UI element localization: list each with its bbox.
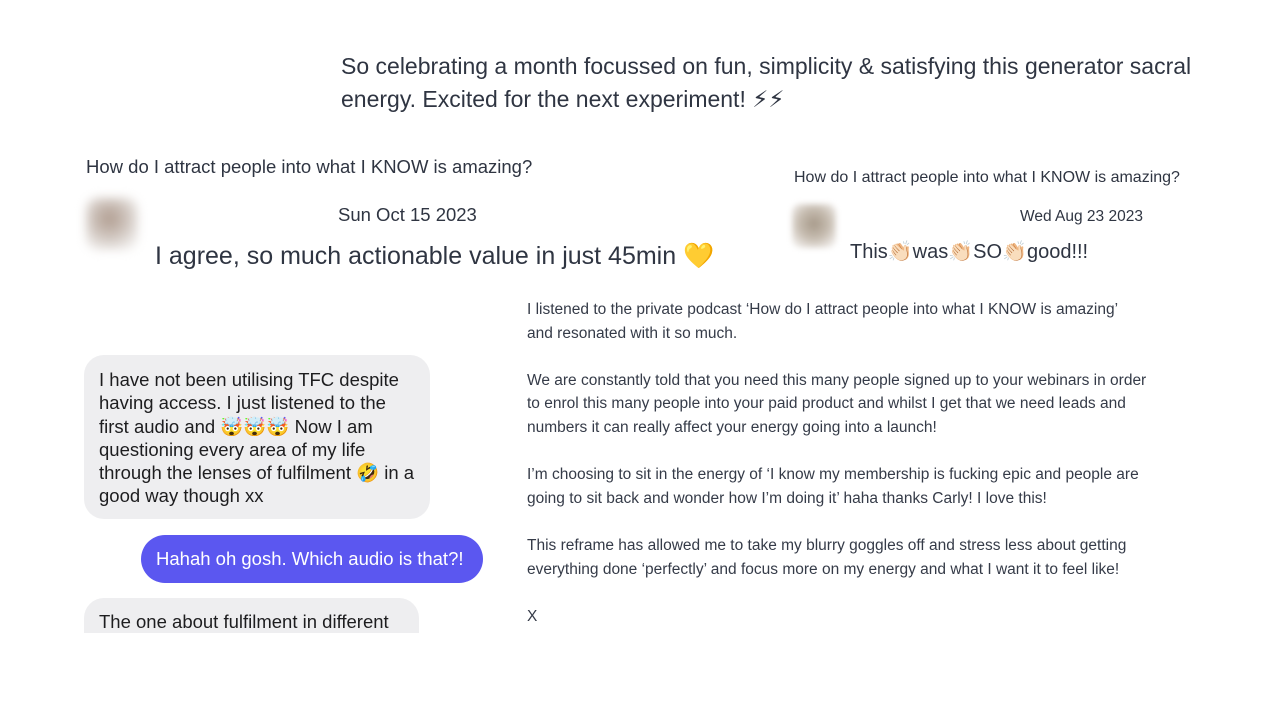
testimonial-block: I listened to the private podcast ‘How d… xyxy=(527,298,1147,652)
right-avatar xyxy=(792,204,836,248)
left-card-date: Sun Oct 15 2023 xyxy=(338,204,477,225)
received-message-bubble: The one about fulfilment in different xyxy=(84,598,419,633)
right-card-podcast-title: How do I attract people into what I KNOW… xyxy=(794,169,1180,186)
celebration-post-text: So celebrating a month focussed on fun, … xyxy=(341,53,1192,112)
testimonial-paragraph: We are constantly told that you need thi… xyxy=(527,371,1147,436)
testimonial-paragraph: This reframe has allowed me to take my b… xyxy=(527,536,1127,578)
left-card-comment: I agree, so much actionable value in jus… xyxy=(155,242,715,270)
testimonial-paragraph: I’m choosing to sit in the energy of ‘I … xyxy=(527,466,1139,507)
testimonial-signoff: X xyxy=(527,607,538,625)
sent-message-bubble: Hahah oh gosh. Which audio is that?! xyxy=(141,535,483,583)
right-card-date: Wed Aug 23 2023 xyxy=(1020,208,1143,225)
right-card-comment: This👏🏻was👏🏻SO👏🏻good!!! xyxy=(850,241,1089,263)
left-avatar xyxy=(86,198,138,250)
left-card-podcast-title: How do I attract people into what I KNOW… xyxy=(86,156,533,177)
testimonial-paragraph: I listened to the private podcast ‘How d… xyxy=(527,301,1118,342)
chat-thread: I have not been utilising TFC despite ha… xyxy=(84,355,494,633)
received-message-bubble: I have not been utilising TFC despite ha… xyxy=(84,355,430,519)
